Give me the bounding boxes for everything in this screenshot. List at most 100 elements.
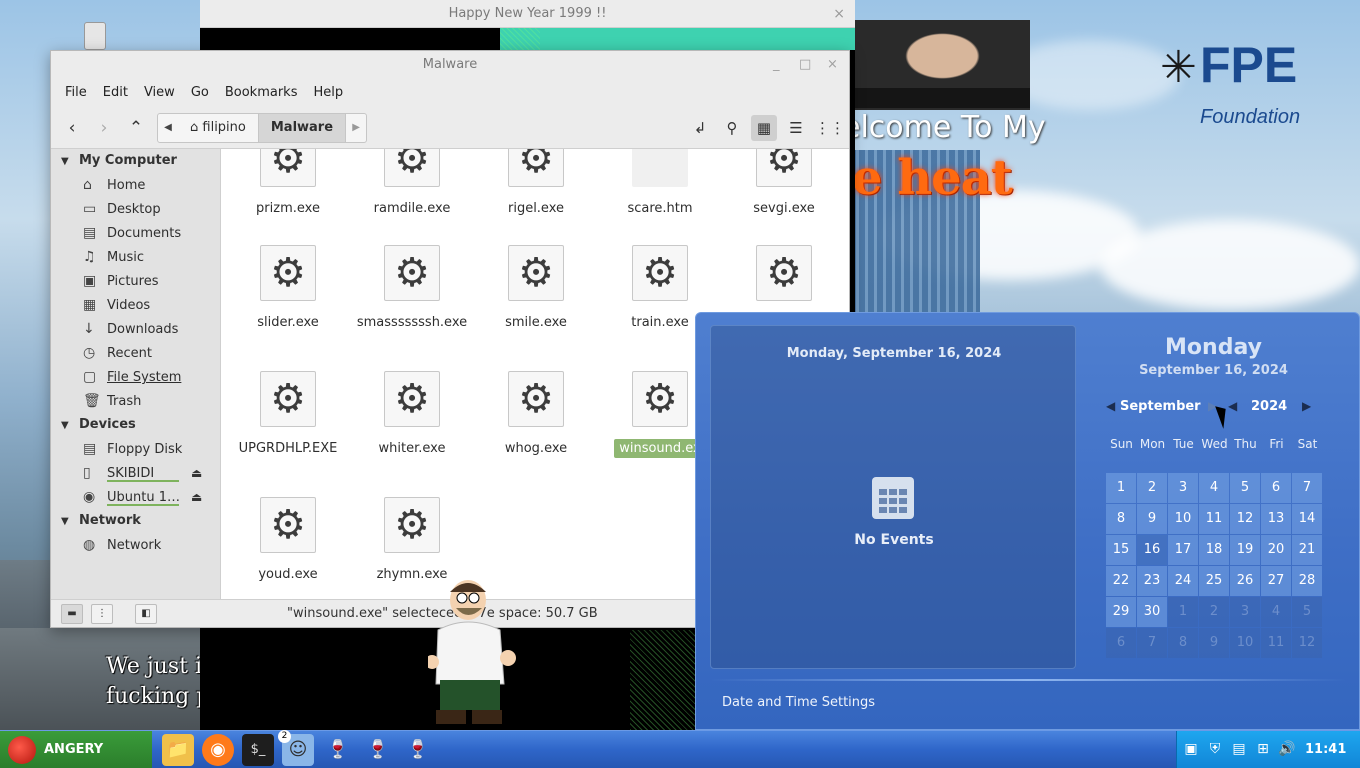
calendar-day-other-month[interactable]: 5 [1292,597,1322,627]
volume-icon[interactable]: 🔊 [1277,739,1297,759]
file-item[interactable]: ⚙ UPGRDHLP.EXE [225,371,351,457]
toggle-location-icon[interactable]: ↲ [687,115,713,141]
list-view-icon[interactable]: ☰ [783,115,809,141]
file-item[interactable]: ⚙ whiter.exe [349,371,475,457]
file-item[interactable]: ⚙ smile.exe [473,245,599,331]
calendar-day-other-month[interactable]: 11 [1261,628,1291,658]
window-titlebar[interactable]: Happy New Year 1999 !! × [200,0,855,28]
show-places-icon[interactable]: ▬ [61,604,83,624]
calendar-day[interactable]: 16 [1137,535,1167,565]
calendar-day[interactable]: 10 [1168,504,1198,534]
prev-year-icon[interactable]: ◀ [1228,399,1237,413]
sidebar-item-skibidi[interactable]: ▯ SKIBIDI ⏏ [51,461,220,485]
menu-edit[interactable]: Edit [95,85,136,100]
calendar-day[interactable]: 14 [1292,504,1322,534]
breadcrumb-current[interactable]: Malware [258,114,347,142]
compact-view-icon[interactable]: ⋮⋮ [815,115,845,141]
calendar-day[interactable]: 21 [1292,535,1322,565]
sidebar-heading-devices[interactable]: ▼ Devices [51,413,220,437]
file-item[interactable]: ⚙ zhymn.exe [349,497,475,583]
month-label[interactable]: September [1120,399,1201,414]
sidebar-item-network[interactable]: ◍ Network [51,533,220,557]
window-titlebar[interactable]: Malware _ □ × [51,51,849,79]
date-time-settings-link[interactable]: Date and Time Settings [722,695,875,710]
sidebar-item-home[interactable]: ⌂ Home [51,173,220,197]
sidebar-item-documents[interactable]: ▤ Documents [51,221,220,245]
up-icon[interactable]: ⌃ [121,113,151,143]
calendar-day[interactable]: 9 [1137,504,1167,534]
wine-icon[interactable]: 🍷 [402,734,434,766]
calendar-day-other-month[interactable]: 1 [1168,597,1198,627]
file-item[interactable]: ⚙ prizm.exe [225,149,351,217]
sidebar-item-recent[interactable]: ◷ Recent [51,341,220,365]
prev-month-icon[interactable]: ◀ [1106,399,1115,413]
calendar-day[interactable]: 11 [1199,504,1229,534]
calendar-day[interactable]: 20 [1261,535,1291,565]
network-icon[interactable]: ⊞ [1253,739,1273,759]
calendar-day-other-month[interactable]: 3 [1230,597,1260,627]
eject-icon[interactable]: ⏏ [191,485,202,509]
game-icon[interactable]: 2 ☺ [278,730,314,766]
file-item[interactable]: ⚙ smasssssssh.exe [349,245,475,331]
file-item[interactable]: ⚙ whog.exe [473,371,599,457]
calendar-day[interactable]: 28 [1292,566,1322,596]
file-item[interactable]: ⚙ ramdile.exe [349,149,475,217]
minimize-icon[interactable]: _ [773,51,780,79]
close-icon[interactable]: × [827,51,838,79]
calendar-day[interactable]: 1 [1106,473,1136,503]
calendar-day[interactable]: 19 [1230,535,1260,565]
calendar-day[interactable]: 2 [1137,473,1167,503]
calendar-day[interactable]: 12 [1230,504,1260,534]
update-icon[interactable]: ▤ [1229,739,1249,759]
shield-icon[interactable]: ⛨ [1205,739,1225,759]
next-year-icon[interactable]: ▶ [1302,399,1311,413]
calendar-day[interactable]: 18 [1199,535,1229,565]
calendar-day[interactable]: 7 [1292,473,1322,503]
breadcrumb-left-icon[interactable]: ◀ [158,114,178,142]
calendar-day-other-month[interactable]: 4 [1261,597,1291,627]
terminal-icon[interactable]: $_ [242,734,274,766]
folder-icon[interactable]: 📁 [162,734,194,766]
calendar-day-other-month[interactable]: 8 [1168,628,1198,658]
wine-icon[interactable]: 🍷 [362,734,394,766]
sidebar-item-pictures[interactable]: ▣ Pictures [51,269,220,293]
usb-drive-icon[interactable] [84,22,106,50]
start-button[interactable]: ANGERY BIRDS [0,731,152,768]
breadcrumb-home[interactable]: ⌂ filipino [178,114,259,142]
calendar-day-other-month[interactable]: 10 [1230,628,1260,658]
forward-icon[interactable]: › [89,113,119,143]
menu-file[interactable]: File [57,85,95,100]
icon-view-icon[interactable]: ▦ [751,115,777,141]
calendar-day[interactable]: 5 [1230,473,1260,503]
show-tree-icon[interactable]: ⋮ [91,604,113,624]
eject-icon[interactable]: ⏏ [191,461,202,485]
wine-icon[interactable]: 🍷 [322,734,354,766]
calendar-day[interactable]: 26 [1230,566,1260,596]
toggle-sidebar-icon[interactable]: ◧ [135,604,157,624]
search-icon[interactable]: ⚲ [719,115,745,141]
menu-help[interactable]: Help [305,85,351,100]
calendar-day[interactable]: 30 [1137,597,1167,627]
calendar-day[interactable]: 29 [1106,597,1136,627]
sidebar-item-floppy-disk[interactable]: ▤ Floppy Disk [51,437,220,461]
calendar-day[interactable]: 15 [1106,535,1136,565]
sidebar-item-trash[interactable]: 🗑 Trash [51,389,220,413]
menu-go[interactable]: Go [183,85,217,100]
sidebar-item-desktop[interactable]: ▭ Desktop [51,197,220,221]
sidebar-item-ubuntu[interactable]: ◉ Ubuntu 1… ⏏ [51,485,220,509]
calendar-day[interactable]: 17 [1168,535,1198,565]
sidebar-item-music[interactable]: ♫ Music [51,245,220,269]
file-item[interactable]: ⚙ youd.exe [225,497,351,583]
clipboard-icon[interactable]: ▣ [1181,739,1201,759]
calendar-day[interactable]: 23 [1137,566,1167,596]
calendar-day[interactable]: 22 [1106,566,1136,596]
calendar-day[interactable]: 8 [1106,504,1136,534]
breadcrumb-right-icon[interactable]: ▶ [346,114,366,142]
maximize-icon[interactable]: □ [799,51,811,79]
calendar-day-other-month[interactable]: 12 [1292,628,1322,658]
calendar-day-other-month[interactable]: 2 [1199,597,1229,627]
calendar-day[interactable]: 13 [1261,504,1291,534]
sidebar-item-videos[interactable]: ▦ Videos [51,293,220,317]
calendar-day[interactable]: 27 [1261,566,1291,596]
calendar-day[interactable]: 6 [1261,473,1291,503]
